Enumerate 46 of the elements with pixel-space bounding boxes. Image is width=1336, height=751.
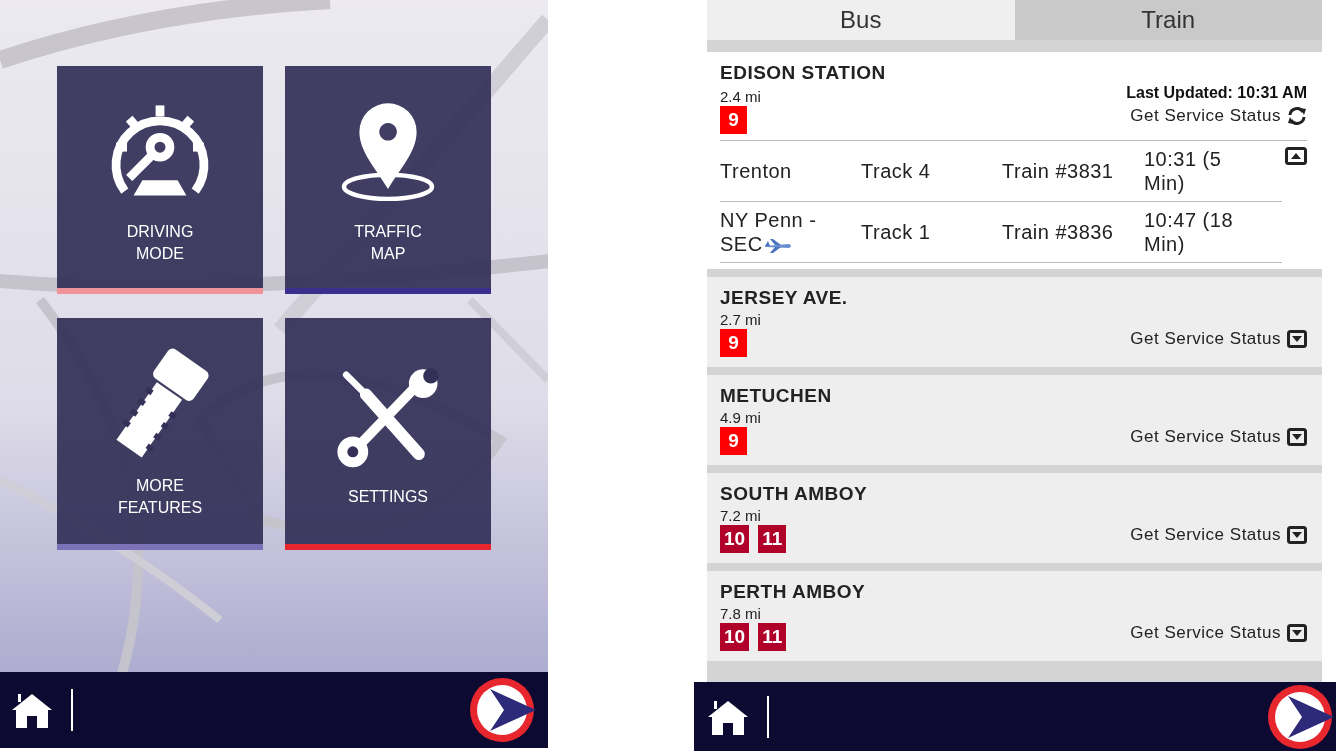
train-number-cell-text: Train #3831 [1002,159,1115,183]
line-badge: 9 [720,427,747,455]
station-distance: 7.8 mi [720,605,762,622]
last-updated-text: Last Updated: 10:31 AM [1126,84,1307,102]
station-name: PERTH AMBOY [720,581,867,603]
destination-cell-text: NY Penn - SEC [720,208,818,256]
dropdown-icon [1287,428,1307,446]
service-status-button[interactable]: Get Service Status [1130,427,1307,447]
dropdown-icon [1287,526,1307,544]
dropdown-icon [1287,330,1307,348]
station-distance: 2.7 mi [720,311,761,328]
station-name: METUCHEN [720,385,833,407]
train-number-cell-text: Train #3836 [1002,220,1115,244]
service-status-button[interactable]: Get Service Status [1130,329,1307,349]
station-name: EDISON STATION [720,62,887,84]
tab[interactable]: Bus [707,0,1015,40]
station-name: JERSEY AVE. [720,287,849,309]
station-distance: 4.9 mi [720,409,761,426]
menu-tile[interactable]: SETTINGS [285,318,491,550]
line-badge: 9 [720,106,747,134]
service-status-button[interactable]: Get Service Status [1130,623,1307,643]
airplane-icon [762,237,793,254]
menu-tile[interactable]: DRIVING MODE [57,66,263,294]
line-badge: 11 [758,623,787,651]
station-distance: 7.2 mi [720,507,762,524]
station-distance: 2.4 mi [720,88,761,105]
line-badge: 9 [720,329,747,357]
menu-tile[interactable]: TRAFFIC MAP [285,66,491,294]
home-icon[interactable] [708,698,748,735]
refresh-icon [1287,107,1307,125]
tab[interactable]: Train [1014,0,1322,40]
menu-tile[interactable]: MORE FEATURES [57,318,263,550]
departure-time-cell-text: 10:47 (18 Min) [1144,208,1234,256]
dropdown-icon [1287,624,1307,642]
station-name: SOUTH AMBOY [720,483,869,505]
home-icon[interactable] [12,692,52,728]
service-status-button[interactable]: Get Service Status [1130,106,1307,126]
departure-time-cell-text: 10:31 (5 Min) [1144,147,1223,195]
line-badge: 10 [720,525,750,553]
line-badge: 11 [758,525,787,553]
service-status-button[interactable]: Get Service Status [1130,525,1307,545]
collapse-icon[interactable] [1285,147,1307,165]
line-badge: 10 [720,623,750,651]
track-cell-text: Track 4 [861,159,932,183]
track-cell-text: Track 1 [861,220,932,244]
destination-cell-text: Trenton [720,159,793,183]
